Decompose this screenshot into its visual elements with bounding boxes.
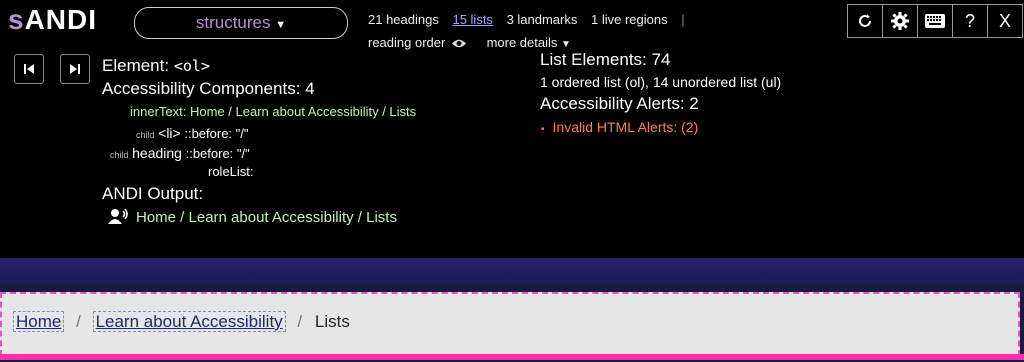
andi-output-title: ANDI Output:	[102, 184, 204, 203]
keyboard-icon	[925, 14, 945, 28]
module-label: structures	[195, 13, 271, 32]
next-element-button[interactable]	[60, 54, 90, 84]
help-button[interactable]: ?	[952, 4, 988, 38]
speaker-icon	[108, 208, 128, 224]
element-info: Element: <ol>	[102, 56, 210, 75]
innertext-row: innerText: Home / Learn about Accessibil…	[130, 104, 417, 119]
breadcrumb-separator: /	[76, 312, 81, 331]
element-tag: <ol>	[173, 57, 210, 75]
alerts-title: Accessibility Alerts: 2	[540, 94, 699, 113]
sandi-logo: sANDI	[8, 4, 98, 35]
components-title: Accessibility Components: 4	[102, 79, 315, 98]
list-elements-count: List Elements: 74	[540, 50, 671, 69]
breadcrumb-home-link[interactable]: Home	[12, 311, 65, 332]
gear-icon	[891, 12, 909, 30]
reading-order-button[interactable]: reading order	[368, 35, 471, 50]
list-breakdown: 1 ordered list (ol), 14 unordered list (…	[540, 74, 782, 90]
more-details-button[interactable]: more details ▼	[487, 35, 571, 50]
highlight-bar	[0, 354, 1024, 360]
child-heading-row: child heading ::before: "/"	[110, 145, 250, 161]
child-li-row: child <li> ::before: "/"	[136, 125, 249, 141]
module-select-button[interactable]: structures ▼	[134, 7, 348, 39]
web-page: Home / Learn about Accessibility / Lists	[0, 258, 1024, 362]
andi-panel: sANDI structures ▼ 21 headings 15 lists …	[0, 0, 1024, 258]
close-icon: X	[998, 10, 1011, 31]
breadcrumb-learn-link[interactable]: Learn about Accessibility	[92, 311, 286, 332]
rolelist-row: roleList:	[208, 164, 254, 179]
breadcrumb-current: Lists	[314, 312, 350, 331]
breadcrumb-separator: /	[297, 312, 303, 331]
settings-button[interactable]	[882, 4, 918, 38]
refresh-button[interactable]	[847, 4, 883, 38]
breadcrumb-list: Home / Learn about Accessibility / Lists	[12, 311, 350, 332]
previous-element-button[interactable]	[14, 54, 44, 84]
refresh-icon	[859, 14, 871, 27]
close-button[interactable]: X	[987, 4, 1023, 38]
site-header	[0, 258, 1024, 284]
keyboard-button[interactable]	[917, 4, 953, 38]
help-icon: ?	[964, 10, 975, 31]
link-separator: |	[681, 12, 685, 27]
structure-links: 21 headings 15 lists 3 landmarks 1 live …	[368, 12, 695, 27]
chevron-down-icon: ▼	[275, 19, 287, 31]
headings-link[interactable]: 21 headings	[368, 12, 439, 27]
skip-next-icon	[70, 64, 80, 74]
breadcrumb: Home / Learn about Accessibility / Lists	[0, 292, 1020, 356]
landmarks-link[interactable]: 3 landmarks	[507, 12, 578, 27]
lists-link[interactable]: 15 lists	[452, 12, 492, 27]
secondary-links: reading order more details ▼	[368, 35, 571, 50]
skip-previous-icon	[24, 64, 34, 74]
andi-output: Home / Learn about Accessibility / Lists	[108, 208, 397, 226]
live-regions-link[interactable]: 1 live regions	[591, 12, 668, 27]
chevron-down-icon: ▼	[561, 39, 571, 50]
alert-item[interactable]: • Invalid HTML Alerts: (2)	[541, 119, 698, 135]
eye-icon	[451, 39, 466, 48]
